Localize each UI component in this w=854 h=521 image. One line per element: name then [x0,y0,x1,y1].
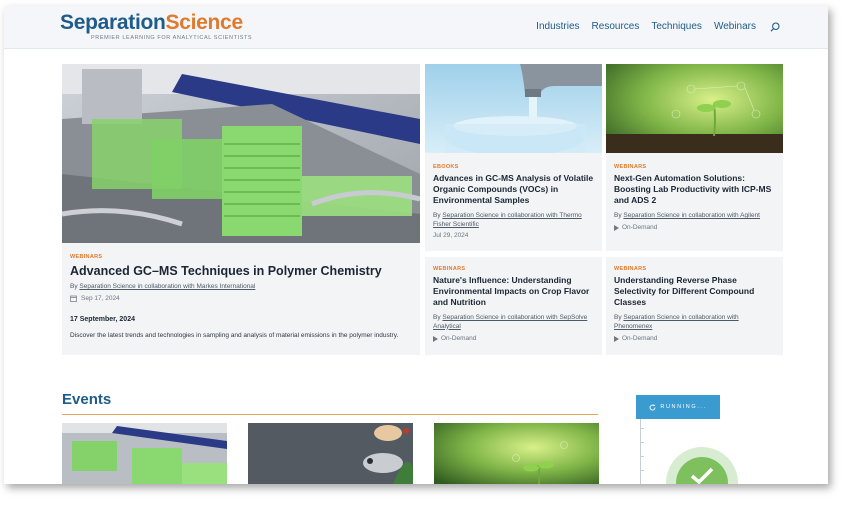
featured-byline: By Separation Science in collaboration w… [70,283,390,292]
logo-part-science: Science [165,11,244,34]
article-byline-prefix: By [433,314,441,321]
search-icon[interactable] [770,21,780,32]
article-card-crop-flavor[interactable]: WEBINARS Nature's Influence: Understandi… [425,257,602,355]
featured-title[interactable]: Advanced GC–MS Techniques in Polymer Che… [70,264,410,278]
article-byline: By Separation Science in collaboration w… [433,212,597,229]
article-byline-prefix: By [433,212,441,219]
logo-part-separation: Separation [60,11,166,34]
running-status-text: RUNNING... [660,404,707,410]
article-date: Jul 29, 2024 [433,232,469,239]
article-byline: By Separation Science in collaboration w… [614,314,778,331]
running-axis-tick [640,442,644,443]
on-demand-text: On-Demand [622,224,658,231]
event-image-fish[interactable] [248,423,413,484]
featured-byline-prefix: By [70,283,78,290]
article-title[interactable]: Understanding Reverse Phase Selectivity … [614,275,778,308]
article-byline-link[interactable]: Separation Science in collaboration with… [433,212,582,228]
nav-resources[interactable]: Resources [592,21,640,32]
article-byline: By Separation Science in collaboration w… [433,314,597,331]
on-demand-text: On-Demand [622,335,658,342]
article-category: EBOOKS [433,164,459,170]
check-icon [690,467,714,484]
play-icon [614,335,619,342]
article-byline-link[interactable]: Separation Science in collaboration with… [433,314,587,330]
article-category: WEBINARS [614,164,647,170]
on-demand-label: On-Demand [433,335,476,342]
event-image-polymer[interactable] [62,423,227,484]
calendar-icon [70,295,77,302]
refresh-icon [649,403,656,410]
main-nav: Industries Resources Techniques Webinars [536,21,780,32]
article-card-automation[interactable]: WEBINARS Next-Gen Automation Solutions: … [606,64,783,251]
featured-category: WEBINARS [70,254,103,260]
article-byline-prefix: By [614,314,622,321]
article-image-water-tap [425,64,602,153]
event-image-plant[interactable] [434,423,599,484]
browser-viewport: SeparationScience PREMIER LEARNING FOR A… [4,6,828,484]
nav-industries[interactable]: Industries [536,21,579,32]
article-title[interactable]: Advances in GC-MS Analysis of Volatile O… [433,173,597,206]
running-axis-tick [640,428,644,429]
logo-wordmark: SeparationScience [60,12,252,34]
play-icon [433,335,438,342]
on-demand-label: On-Demand [614,335,657,342]
article-byline-prefix: By [614,212,622,219]
article-category: WEBINARS [614,266,647,272]
nav-webinars[interactable]: Webinars [714,21,756,32]
article-card-reverse-phase[interactable]: WEBINARS Understanding Reverse Phase Sel… [606,257,783,355]
article-byline-link[interactable]: Separation Science in collaboration with… [623,212,760,219]
running-status-badge: RUNNING... [636,395,720,419]
article-title[interactable]: Next-Gen Automation Solutions: Boosting … [614,173,778,206]
site-logo[interactable]: SeparationScience PREMIER LEARNING FOR A… [60,12,253,42]
logo-tagline: PREMIER LEARNING FOR ANALYTICAL SCIENTIS… [91,35,253,41]
article-byline-link[interactable]: Separation Science in collaboration with… [614,314,739,330]
featured-article-image [62,64,420,243]
featured-byline-link[interactable]: Separation Science in collaboration with… [79,283,255,290]
article-image-plant [606,64,783,153]
article-byline: By Separation Science in collaboration w… [614,212,778,221]
play-icon [614,224,619,231]
running-axis-tick [640,456,644,457]
featured-date: Sep 17, 2024 [70,295,120,302]
article-title[interactable]: Nature's Influence: Understanding Enviro… [433,275,597,308]
featured-date-text: Sep 17, 2024 [81,295,120,302]
article-card-vocs[interactable]: EBOOKS Advances in GC-MS Analysis of Vol… [425,64,602,251]
events-heading: Events [62,391,112,408]
running-axis-tick [640,470,644,471]
site-header: SeparationScience PREMIER LEARNING FOR A… [4,6,828,49]
featured-event-date: 17 September, 2024 [70,316,135,323]
on-demand-label: On-Demand [614,224,657,231]
on-demand-text: On-Demand [441,335,477,342]
featured-description: Discover the latest trends and technolog… [70,332,399,339]
featured-article-card[interactable]: WEBINARS Advanced GC–MS Techniques in Po… [62,64,420,355]
article-category: WEBINARS [433,266,466,272]
events-divider [62,414,598,415]
nav-techniques[interactable]: Techniques [651,21,702,32]
